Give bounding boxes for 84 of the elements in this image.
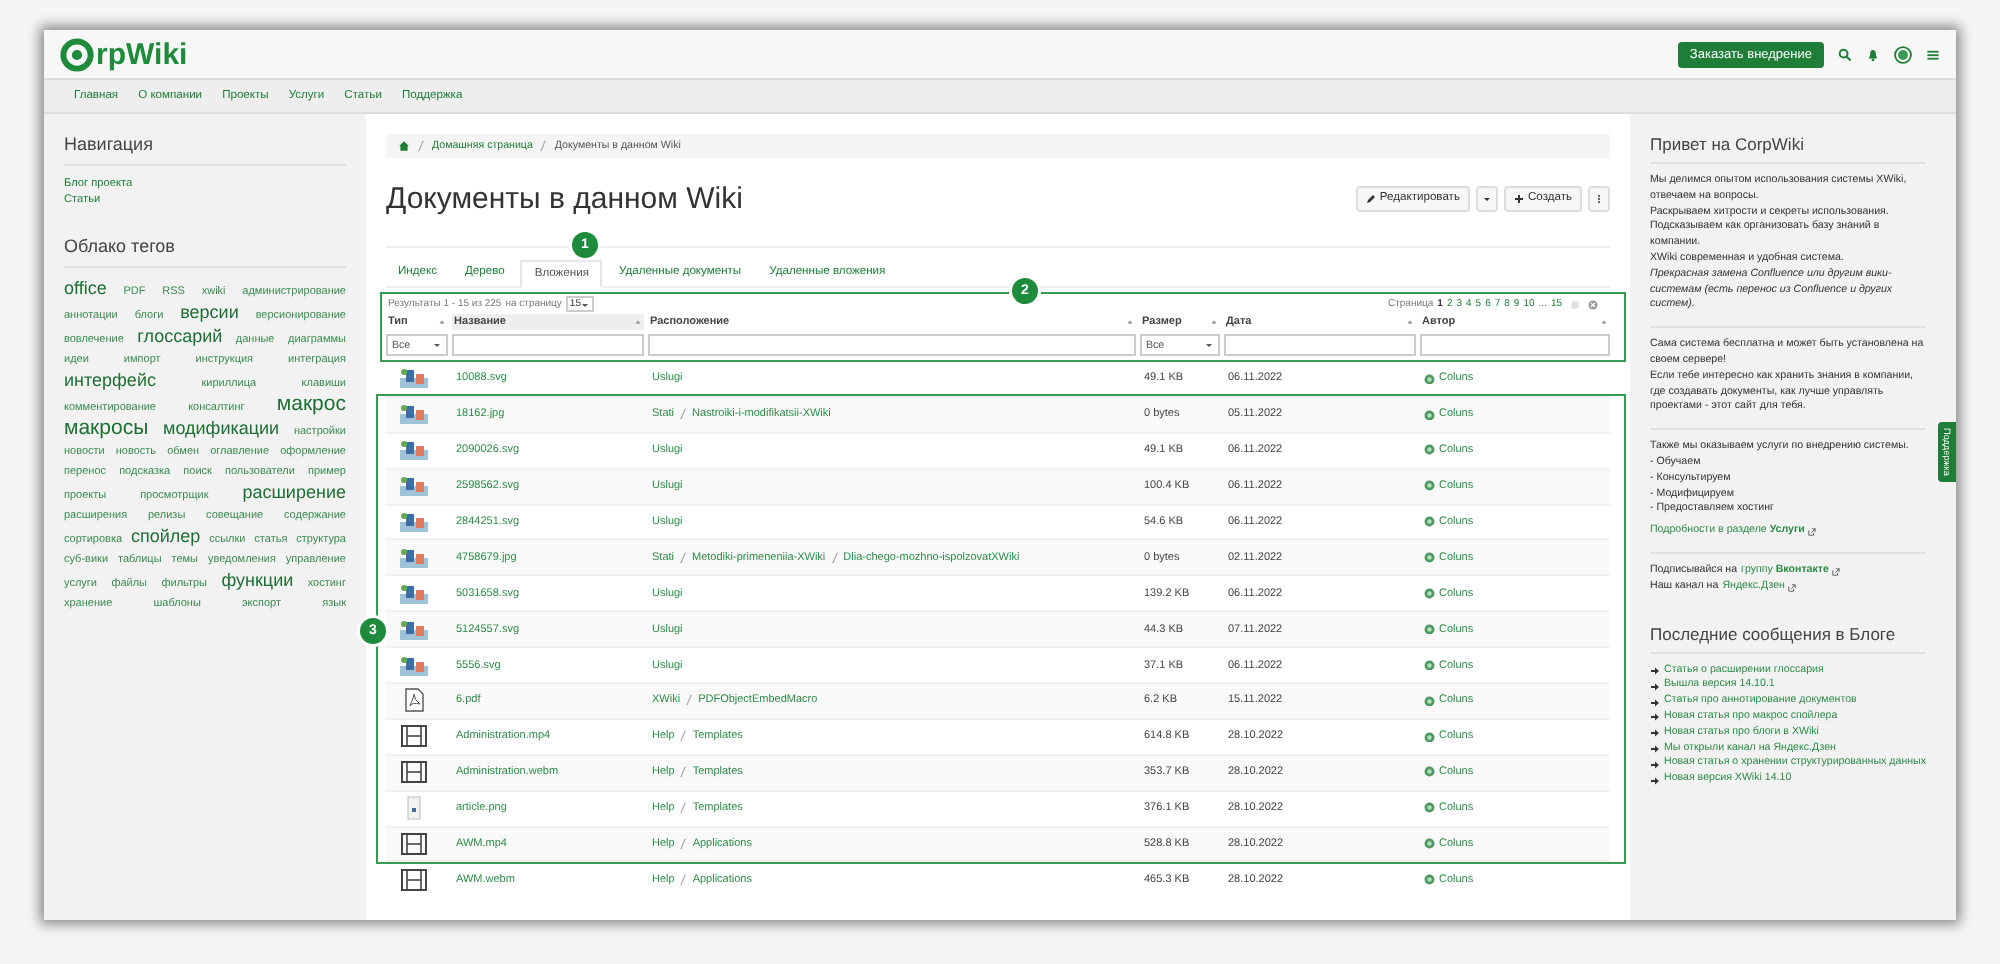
caret-icon bbox=[1204, 340, 1214, 350]
page-title: Документы в данном Wiki bbox=[386, 181, 743, 215]
menu-icon[interactable] bbox=[1926, 47, 1940, 61]
user-avatar-icon bbox=[1424, 516, 1435, 528]
film-icon bbox=[398, 724, 430, 749]
tag-link[interactable]: версии bbox=[180, 302, 239, 322]
film-icon bbox=[398, 832, 430, 857]
caret-icon bbox=[580, 299, 591, 309]
search-icon[interactable] bbox=[1838, 47, 1852, 61]
slash-separator-icon bbox=[680, 873, 687, 886]
slash-separator-icon bbox=[680, 408, 687, 421]
dropdown-button[interactable] bbox=[1475, 185, 1498, 211]
film-icon bbox=[398, 867, 430, 892]
section-title: Привет на CorpWiki bbox=[1650, 134, 1806, 158]
slash-separator-icon bbox=[831, 551, 838, 564]
section-title: Навигация bbox=[64, 134, 155, 158]
filter-input[interactable] bbox=[452, 334, 644, 356]
close-icon[interactable] bbox=[1588, 299, 1598, 309]
external-link-icon bbox=[1808, 528, 1817, 537]
logo-mark-icon bbox=[60, 37, 94, 71]
filter-input[interactable] bbox=[1420, 334, 1610, 356]
slash-separator-icon bbox=[680, 551, 687, 564]
more-button[interactable] bbox=[1588, 185, 1610, 211]
slash-separator-icon bbox=[540, 140, 547, 152]
plus-icon bbox=[1513, 193, 1524, 203]
image-thumbnail bbox=[398, 545, 430, 570]
user-avatar-icon bbox=[1424, 766, 1435, 778]
filter-input[interactable] bbox=[648, 334, 1136, 356]
tag-link[interactable]: модификации bbox=[163, 418, 280, 438]
user-avatar-icon bbox=[1424, 444, 1435, 456]
image-thumbnail bbox=[398, 653, 430, 678]
pencil-icon bbox=[1365, 193, 1376, 203]
user-avatar-icon bbox=[1424, 695, 1435, 707]
user-avatar-icon bbox=[1424, 802, 1435, 814]
sort-arrow-icon bbox=[634, 318, 642, 326]
slash-separator-icon bbox=[680, 802, 687, 815]
image-thumbnail bbox=[398, 438, 430, 463]
sort-arrow-icon bbox=[1210, 318, 1218, 326]
user-avatar-icon bbox=[1424, 588, 1435, 600]
tag-link[interactable]: расширение bbox=[242, 482, 346, 502]
user-avatar-icon bbox=[1424, 409, 1435, 421]
image-thumbnail bbox=[398, 581, 430, 606]
image-thumbnail bbox=[398, 510, 430, 534]
circle-icon[interactable] bbox=[1570, 299, 1580, 309]
avatar-icon[interactable] bbox=[1894, 45, 1912, 63]
image-thumbnail bbox=[398, 474, 430, 499]
tag-link[interactable]: функции bbox=[221, 570, 294, 590]
slash-separator-icon bbox=[680, 838, 687, 851]
user-avatar-icon bbox=[1424, 373, 1435, 385]
user-avatar-icon bbox=[1424, 731, 1435, 743]
user-avatar-icon bbox=[1424, 838, 1435, 850]
tag-link[interactable]: спойлер bbox=[130, 526, 201, 546]
external-link-icon bbox=[1832, 567, 1841, 576]
home-icon[interactable] bbox=[398, 140, 410, 152]
tag-link[interactable]: office bbox=[64, 278, 107, 298]
tag-link[interactable]: макросы bbox=[64, 418, 149, 438]
tag-link[interactable]: макрос bbox=[276, 394, 346, 414]
user-avatar-icon bbox=[1424, 874, 1435, 886]
external-link-icon bbox=[1788, 583, 1797, 592]
slash-separator-icon bbox=[686, 694, 693, 707]
film-icon bbox=[398, 760, 430, 785]
sort-arrow-icon bbox=[1126, 318, 1134, 326]
section-title: Последние сообщения в Блоге bbox=[1650, 623, 1898, 648]
tag-link[interactable]: глоссарий bbox=[137, 326, 223, 346]
sort-arrow-icon bbox=[1600, 318, 1608, 326]
user-avatar-icon bbox=[1424, 552, 1435, 564]
user-avatar-icon bbox=[1424, 623, 1435, 635]
image-thumbnail bbox=[398, 617, 430, 642]
image-thumbnail bbox=[398, 366, 430, 391]
slash-separator-icon bbox=[418, 140, 424, 152]
sort-arrow-icon bbox=[438, 318, 446, 326]
user-avatar-icon bbox=[1424, 659, 1435, 671]
caret-icon bbox=[1481, 193, 1492, 203]
slash-separator-icon bbox=[680, 730, 687, 743]
user-avatar-icon bbox=[1424, 480, 1435, 492]
section-title: Облако тегов bbox=[64, 236, 177, 260]
slash-separator-icon bbox=[680, 766, 687, 779]
image-thumbnail bbox=[398, 402, 430, 427]
caret-icon bbox=[432, 340, 442, 350]
bell-icon[interactable] bbox=[1866, 47, 1880, 61]
filter-input[interactable] bbox=[1224, 334, 1416, 356]
site-logo[interactable]: rpWiki bbox=[96, 37, 188, 71]
sort-arrow-icon bbox=[1406, 318, 1414, 326]
tag-link[interactable]: интерфейс bbox=[64, 370, 156, 390]
